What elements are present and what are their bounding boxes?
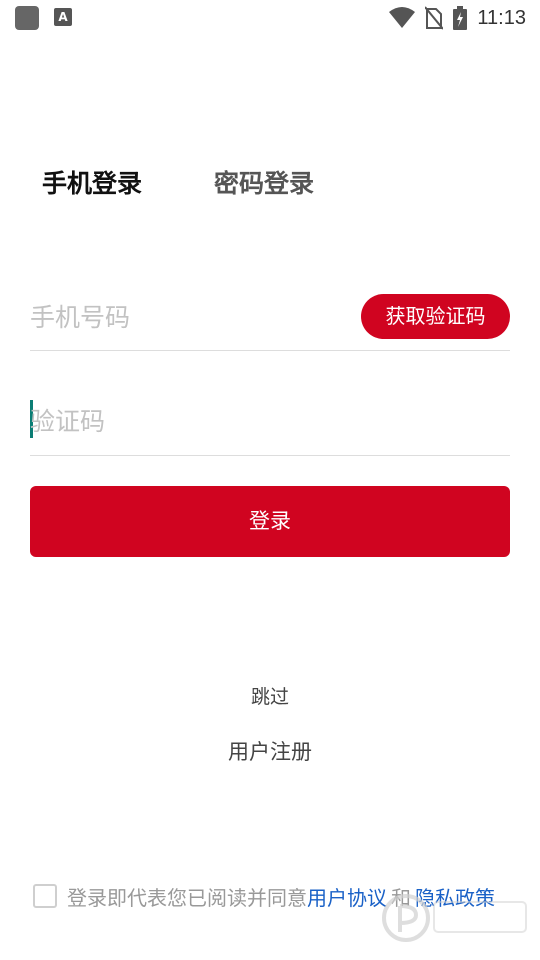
skip-link[interactable]: 跳过 xyxy=(0,682,540,709)
tab-phone-login[interactable]: 手机登录 xyxy=(42,166,142,202)
user-agreement-link[interactable]: 用户协议 xyxy=(307,882,387,911)
verification-code-field[interactable]: 验证码 xyxy=(30,384,510,456)
login-button[interactable]: 登录 xyxy=(30,486,510,557)
code-placeholder: 验证码 xyxy=(30,407,106,436)
app-icon xyxy=(15,6,39,30)
status-icons: 11:13 xyxy=(389,4,526,32)
tab-password-login[interactable]: 密码登录 xyxy=(214,166,314,202)
agreement-checkbox[interactable] xyxy=(33,884,57,908)
register-link[interactable]: 用户注册 xyxy=(0,736,540,766)
battery-charging-icon xyxy=(453,6,468,30)
no-sim-icon xyxy=(425,6,444,30)
phone-field[interactable]: 手机号码 获取验证码 xyxy=(30,280,510,351)
clock: 11:13 xyxy=(477,6,526,29)
wifi-icon xyxy=(389,7,416,28)
get-code-button[interactable]: 获取验证码 xyxy=(361,294,510,339)
watermark-logo xyxy=(382,894,527,942)
status-bar: A 11:13 xyxy=(0,0,540,36)
font-notification-icon: A xyxy=(54,8,72,26)
phone-placeholder: 手机号码 xyxy=(30,303,131,332)
agreement-text: 登录即代表您已阅读并同意 xyxy=(67,885,307,910)
